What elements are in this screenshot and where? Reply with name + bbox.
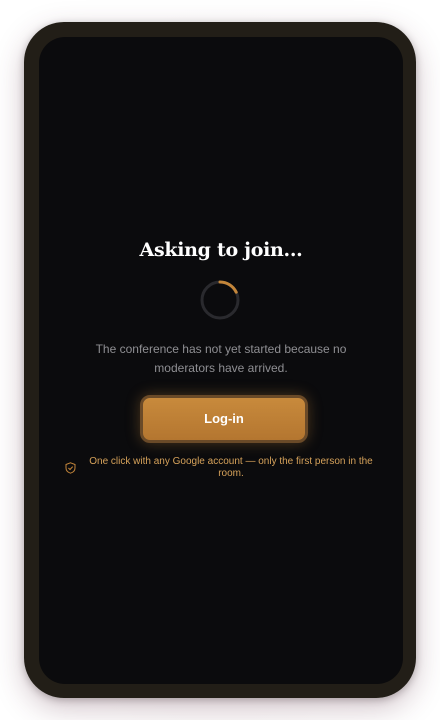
page-title: Asking to join... — [139, 239, 303, 261]
phone-frame: Asking to join... The conference has not… — [24, 22, 416, 698]
login-button[interactable]: Log-in — [140, 395, 308, 443]
google-login-note: One click with any Google account — only… — [65, 456, 377, 480]
phone-screen: Asking to join... The conference has not… — [39, 37, 403, 684]
waiting-message: The conference has not yet started becau… — [95, 342, 347, 375]
lobby-panel: Asking to join... The conference has not… — [39, 37, 403, 684]
shield-check-icon — [65, 462, 76, 474]
stage: Asking to join... The conference has not… — [0, 0, 440, 720]
note-text: One click with any Google account — only… — [89, 456, 373, 479]
loading-spinner-icon — [200, 280, 240, 320]
